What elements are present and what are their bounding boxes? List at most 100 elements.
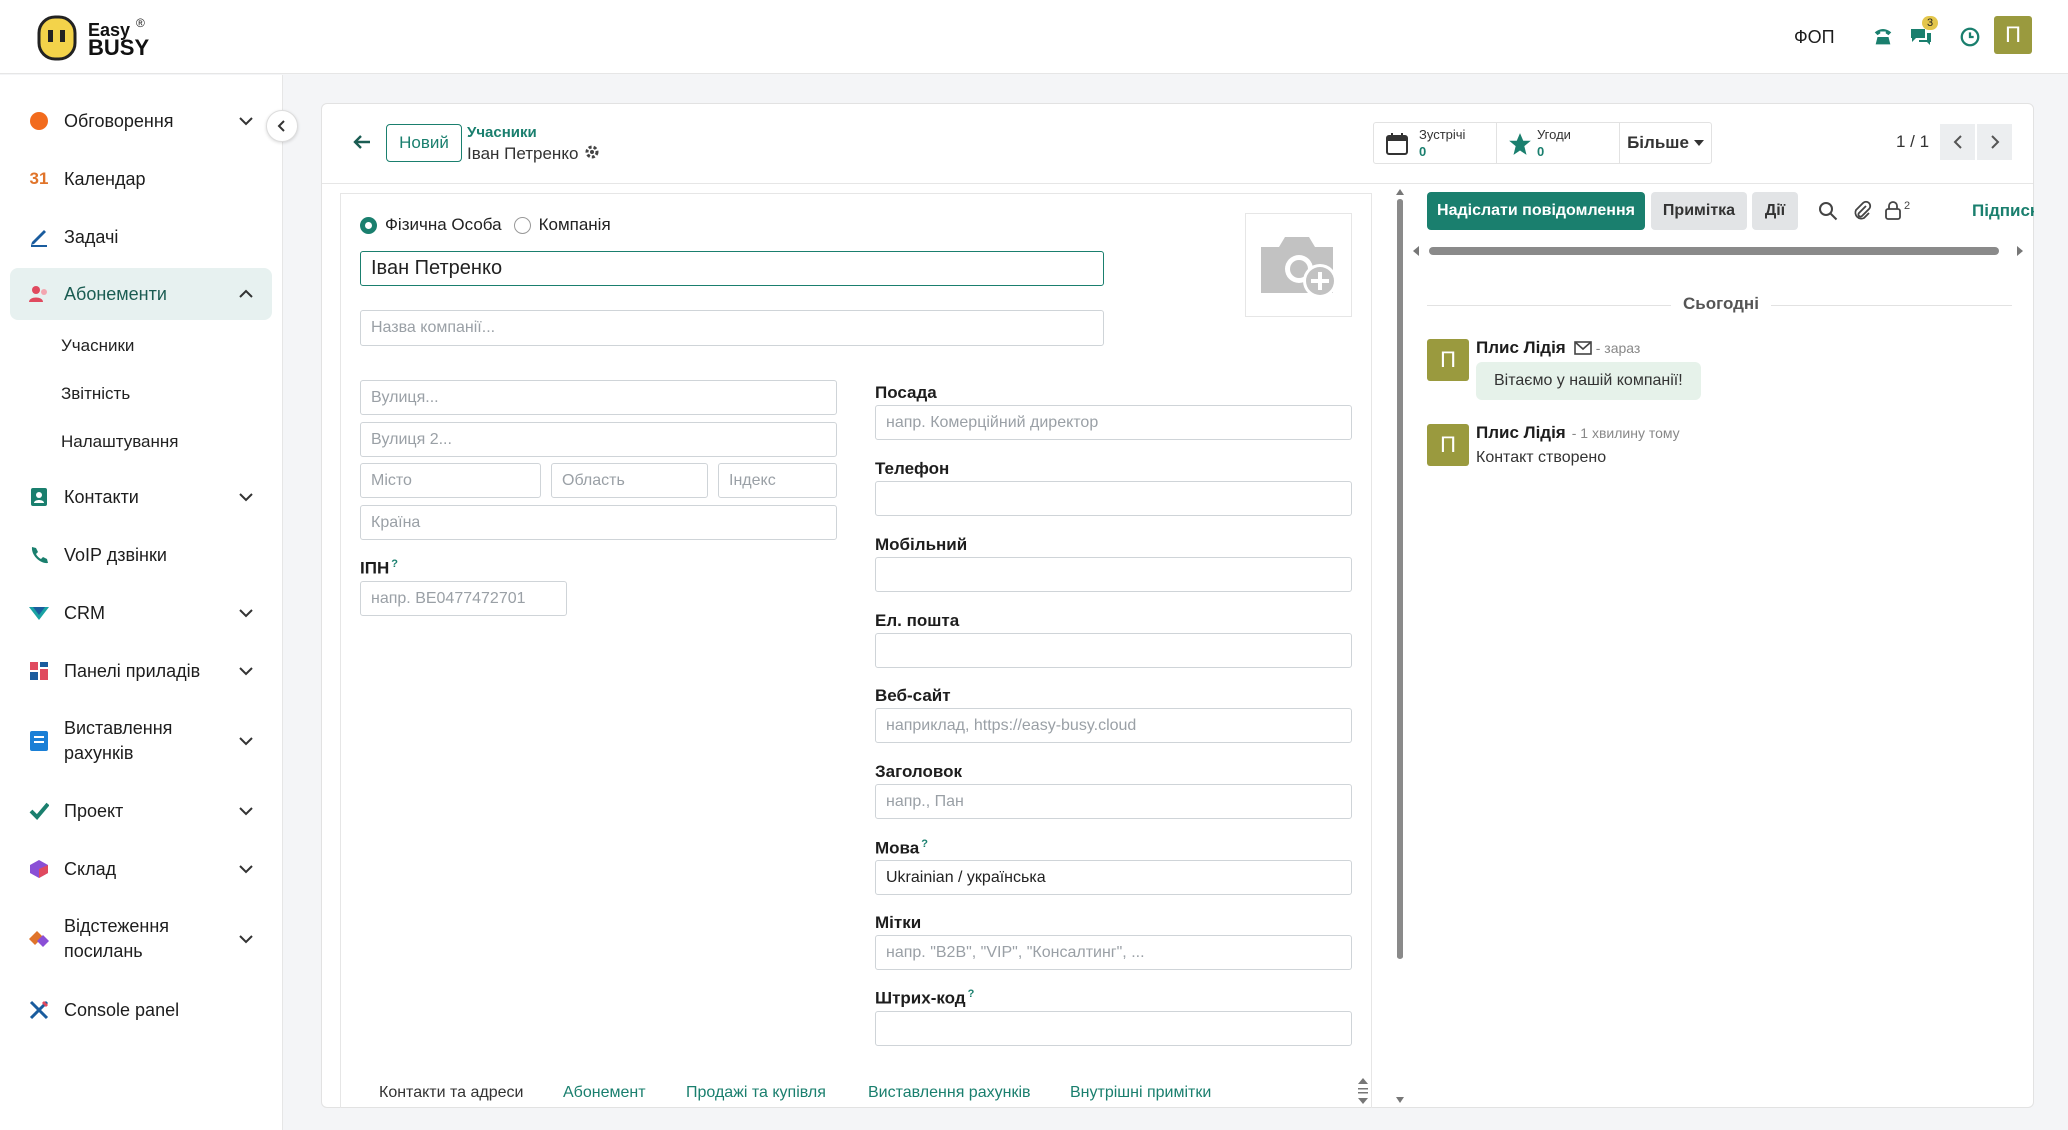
pager-value[interactable]: 1 / 1 [1896, 132, 1929, 152]
radio-person[interactable] [360, 216, 377, 234]
company-switcher[interactable]: ФОП [1794, 20, 1835, 54]
tab-internal-notes[interactable]: Внутрішні примітки [1070, 1084, 1211, 1102]
vat-input[interactable]: напр. BE0477472701 [360, 581, 567, 616]
sidebar-item-link-tracker[interactable]: Відстеження посилань [10, 913, 272, 965]
pager-previous-button[interactable] [1940, 124, 1975, 160]
help-icon[interactable]: ? [391, 558, 398, 570]
language-select[interactable]: Ukrainian / українська [875, 860, 1352, 895]
website-input[interactable]: наприклад, https://easy-busy.cloud [875, 708, 1352, 743]
chevron-down-icon [239, 117, 253, 126]
help-icon[interactable]: ? [968, 988, 975, 1000]
radio-company-label[interactable]: Компанія [539, 215, 611, 235]
sidebar-subitem-settings[interactable]: Налаштування [61, 432, 179, 452]
tab-contacts-addresses[interactable]: Контакти та адреси [379, 1084, 523, 1102]
gear-icon[interactable] [584, 144, 600, 165]
activities-button[interactable]: Дії [1752, 192, 1798, 230]
job-input[interactable]: напр. Комерційний директор [875, 405, 1352, 440]
message-body: Контакт створено [1476, 449, 1607, 466]
barcode-label-text: Штрих-код [875, 988, 966, 1008]
message-avatar[interactable]: П [1427, 339, 1469, 381]
tags-input[interactable]: напр. "B2B", "VIP", "Консалтинг", ... [875, 935, 1352, 970]
radio-person-label[interactable]: Фізична Особа [385, 215, 502, 235]
sidebar-item-contacts[interactable]: Контакти [10, 471, 272, 523]
form-scrollbar[interactable] [1395, 187, 1405, 1106]
calendar-icon [1386, 133, 1408, 155]
mobile-input[interactable] [875, 557, 1352, 592]
chevron-left-icon [1953, 135, 1962, 149]
sidebar-item-inventory[interactable]: Склад [10, 843, 272, 895]
pencil-icon [28, 226, 50, 248]
sidebar-item-console[interactable]: Console panel [10, 984, 272, 1036]
deals-smart-button[interactable]: Угоди 0 [1496, 122, 1620, 164]
sidebar-subitem-reporting[interactable]: Звітність [61, 384, 130, 404]
sidebar-item-tasks[interactable]: Задачі [10, 211, 272, 263]
contacts-icon [28, 486, 50, 508]
log-note-button[interactable]: Примітка [1651, 192, 1747, 230]
sidebar-item-label: Панелі приладів [64, 660, 201, 681]
tab-membership[interactable]: Абонемент [563, 1084, 646, 1102]
attachment-icon[interactable] [1852, 200, 1872, 227]
pager-next-button[interactable] [1977, 124, 2012, 160]
tabs-scroll-arrows[interactable] [1357, 1076, 1369, 1111]
photo-upload[interactable] [1245, 213, 1352, 317]
sidebar-item-crm[interactable]: CRM [10, 587, 272, 639]
send-message-button[interactable]: Надіслати повідомлення [1427, 192, 1645, 230]
sidebar-item-label: Контакти [64, 486, 139, 507]
new-button[interactable]: Новий [386, 124, 462, 162]
phone-input[interactable] [875, 481, 1352, 516]
country-input[interactable]: Країна [360, 505, 837, 540]
discuss-icon [28, 110, 50, 132]
help-icon[interactable]: ? [921, 838, 928, 850]
sidebar-item-label: VoIP дзвінки [64, 544, 167, 565]
tab-invoicing[interactable]: Виставлення рахунків [868, 1084, 1031, 1102]
street2-input[interactable]: Вулиця 2... [360, 422, 837, 457]
sidebar-item-discuss[interactable]: Обговорення [10, 95, 272, 147]
message-header: Плис Лідія - зараз [1476, 338, 1640, 358]
chatter-horizontal-scrollbar[interactable] [1411, 242, 2025, 256]
name-input[interactable]: Іван Петренко [360, 251, 1104, 286]
sidebar-item-project[interactable]: Проект [10, 785, 272, 837]
phone-label: Телефон [875, 459, 950, 478]
sidebar-collapse-button[interactable] [266, 110, 298, 142]
search-icon[interactable] [1818, 201, 1838, 226]
radio-company[interactable] [513, 216, 531, 234]
email-input[interactable] [875, 633, 1352, 668]
sidebar-item-members[interactable]: Абонементи [10, 268, 272, 320]
easybusy-logo[interactable]: Easy BUSY ® [36, 14, 156, 62]
state-input[interactable]: Область [551, 463, 708, 498]
sidebar-subitem-participants[interactable]: Учасники [61, 336, 134, 356]
city-input[interactable]: Місто [360, 463, 541, 498]
user-avatar[interactable]: П [1994, 16, 2032, 54]
message-avatar[interactable]: П [1427, 424, 1469, 466]
breadcrumb-current: Іван Петренко [467, 144, 579, 163]
sidebar-item-calendar[interactable]: 31 Календар [10, 153, 272, 205]
sidebar-item-invoicing[interactable]: Виставлення рахунків [10, 715, 272, 767]
follow-button[interactable]: Підписк [1972, 201, 2034, 221]
back-arrow-icon[interactable] [352, 132, 372, 157]
top-bar: Easy BUSY ® ФОП 3 П [0, 0, 2068, 74]
meetings-smart-button[interactable]: Зустрічі 0 [1373, 122, 1497, 164]
tab-sales-purchase[interactable]: Продажі та купівля [686, 1084, 826, 1102]
meetings-label: Зустрічі [1419, 127, 1466, 142]
message-author[interactable]: Плис Лідія [1476, 423, 1566, 443]
message-author[interactable]: Плис Лідія [1476, 338, 1566, 358]
followers-button[interactable]: 2 [1884, 200, 1910, 220]
date-separator-today: Сьогодні [1671, 294, 1771, 314]
title-input[interactable]: напр., Пан [875, 784, 1352, 819]
activity-clock-icon[interactable] [1955, 22, 1985, 52]
sidebar-item-dashboards[interactable]: Панелі приладів [10, 645, 272, 697]
company-name-input[interactable]: Назва компанії... [360, 310, 1104, 346]
breadcrumb-parent[interactable]: Учасники [467, 124, 537, 141]
more-dropdown[interactable]: Більше [1619, 122, 1712, 164]
chevron-down-icon [239, 667, 253, 676]
camera-add-icon [1260, 237, 1337, 298]
barcode-input[interactable] [875, 1011, 1352, 1046]
voip-phone-icon[interactable] [1868, 22, 1898, 52]
messages-icon[interactable]: 3 [1906, 16, 1939, 52]
zip-input[interactable]: Індекс [718, 463, 837, 498]
sidebar-item-voip[interactable]: VoIP дзвінки [10, 529, 272, 581]
sidebar-item-label: Відстеження посилань [64, 916, 170, 961]
street-input[interactable]: Вулиця... [360, 380, 837, 415]
followers-count: 2 [1904, 200, 1911, 212]
sidebar-item-label: Календар [64, 168, 146, 189]
